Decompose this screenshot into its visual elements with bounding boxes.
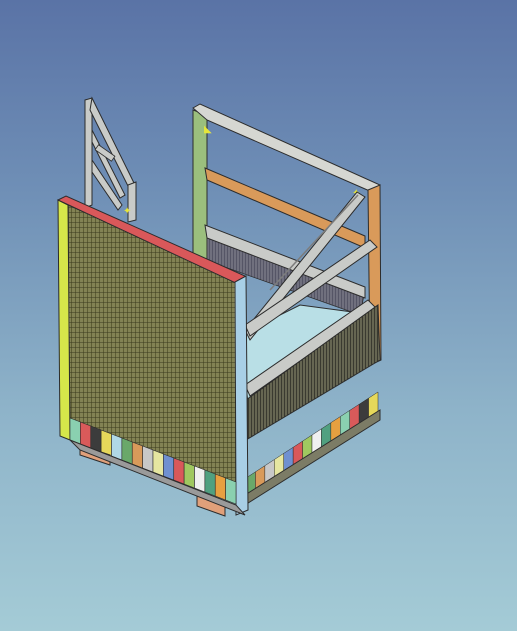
front-toe-strip	[90, 425, 102, 453]
cage-model-scene[interactable]: ✦ ◣ ✦	[0, 0, 517, 631]
front-toe-strip	[204, 469, 216, 497]
corner-marker-icon: ✦	[123, 206, 131, 217]
front-toe-strip	[121, 437, 133, 465]
front-left-post	[57, 199, 71, 441]
front-toe-strip	[194, 465, 206, 493]
front-toe-strip	[80, 421, 92, 449]
front-toe-strip	[131, 441, 143, 469]
front-toe-strip	[225, 477, 237, 505]
corner-marker-icon-2: ◣	[204, 124, 212, 135]
front-right-post	[234, 275, 249, 516]
front-toe-strip	[111, 433, 123, 461]
front-toe-strip	[163, 453, 175, 481]
front-toe-strip	[173, 457, 185, 485]
front-toe-strip	[152, 449, 164, 477]
front-toe-strip	[183, 461, 195, 489]
3d-viewport[interactable]: ✦ ◣ ✦	[0, 0, 517, 631]
ladder-frame	[84, 96, 137, 223]
front-toe-strip	[142, 445, 154, 473]
front-toe-strip	[214, 473, 226, 501]
